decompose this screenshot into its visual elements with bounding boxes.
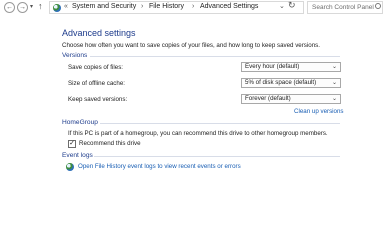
page-intro: Choose how often you want to save copies… [62,42,320,49]
address-dropdown-icon[interactable]: ⌄ [279,2,285,10]
keep-versions-value: Forever (default) [245,95,291,102]
control-panel-icon [53,4,61,12]
breadcrumb[interactable]: « System and Security › File History › A… [49,1,304,14]
checkmark-icon: ✓ [69,140,75,147]
keep-versions-select[interactable]: Forever (default) ⌄ [241,94,341,104]
page-title: Advanced settings [62,28,136,38]
versions-divider [90,56,340,57]
breadcrumb-separator-icon[interactable]: › [141,3,143,10]
open-event-logs-link[interactable]: Open File History event logs to view rec… [78,163,241,170]
homegroup-header: HomeGroup [62,119,98,126]
offline-cache-select[interactable]: 5% of disk space (default) ⌄ [241,78,341,88]
chevron-down-icon: ⌄ [331,96,337,102]
event-logs-header: Event logs [62,152,93,159]
chevron-down-icon: ⌄ [331,80,337,86]
save-copies-select[interactable]: Every hour (default) ⌄ [241,62,341,72]
breadcrumb-advanced-settings[interactable]: Advanced Settings [200,3,258,10]
save-copies-label: Save copies of files: [68,64,124,71]
search-icon[interactable] [375,3,381,9]
forward-arrow-icon[interactable]: → [17,2,28,13]
address-bar: ← → ▾ ↑ « System and Security › File His… [0,0,385,15]
event-logs-divider [94,156,340,157]
offline-cache-label: Size of offline cache: [68,80,125,87]
breadcrumb-file-history[interactable]: File History [149,3,184,10]
keep-versions-label: Keep saved versions: [68,96,128,103]
clean-up-versions-link[interactable]: Clean up versions [294,108,344,115]
versions-header: Versions [62,52,88,59]
search-input[interactable] [307,1,383,14]
back-arrow-icon[interactable]: ← [4,2,15,13]
breadcrumb-system-and-security[interactable]: System and Security [72,3,136,10]
chevron-down-icon: ⌄ [331,64,337,70]
up-arrow-icon[interactable]: ↑ [38,1,43,11]
refresh-icon[interactable]: ↻ [288,0,296,11]
offline-cache-value: 5% of disk space (default) [245,79,317,86]
recommend-drive-label[interactable]: Recommend this drive [79,140,141,147]
homegroup-divider [100,123,340,124]
overflow-chevron-icon[interactable]: « [64,3,68,10]
event-log-icon [66,163,74,171]
save-copies-value: Every hour (default) [245,63,300,70]
recent-locations-chevron-icon[interactable]: ▾ [30,3,33,10]
homegroup-description: If this PC is part of a homegroup, you c… [68,130,328,137]
recommend-drive-checkbox[interactable]: ✓ [68,140,76,148]
breadcrumb-separator-icon[interactable]: › [192,3,194,10]
